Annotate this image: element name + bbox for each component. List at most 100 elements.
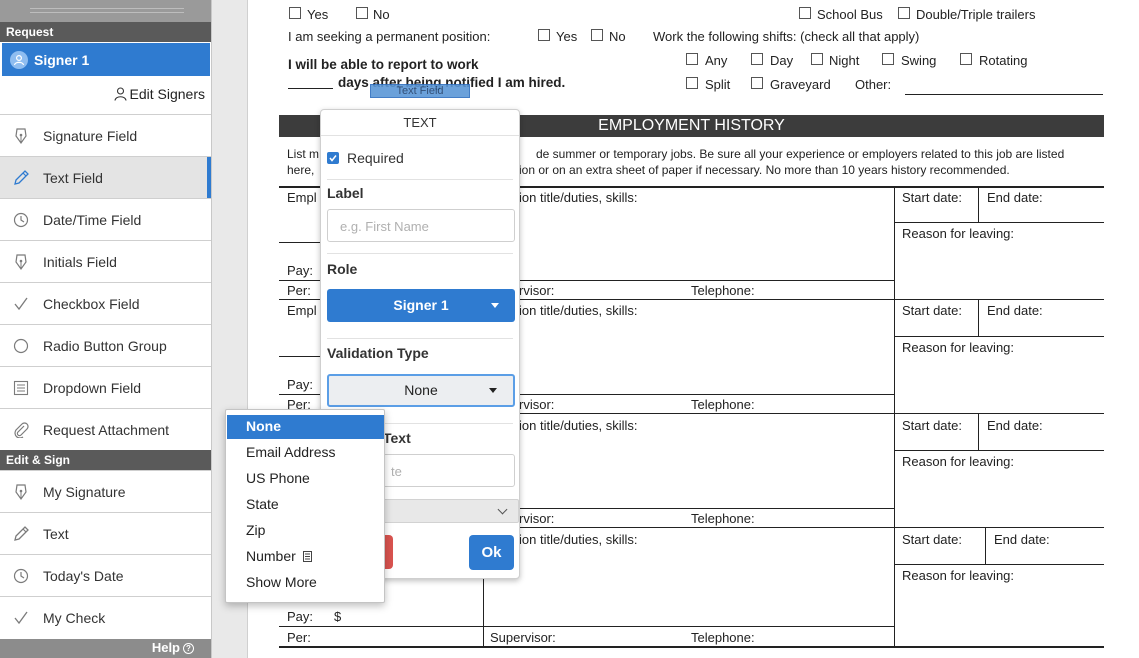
menu-item-us-phone[interactable]: US Phone	[227, 467, 384, 491]
doc-text: Rotating	[979, 53, 1028, 68]
validation-type-menu: None Email Address US Phone State Zip Nu…	[225, 409, 385, 603]
pen-nib-icon	[12, 127, 30, 145]
checkbox[interactable]	[799, 7, 811, 19]
table-line	[894, 222, 1104, 223]
checkbox[interactable]	[289, 7, 301, 19]
ok-label: Ok	[481, 544, 502, 561]
sidebar-item-label: Date/Time Field	[43, 211, 142, 228]
edit-signers-button[interactable]: Edit Signers	[113, 86, 205, 102]
doc-text: ion title/duties, skills:	[519, 303, 638, 318]
doc-text: Empl	[287, 190, 317, 205]
doc-text: Day	[770, 53, 794, 68]
menu-item-email-address[interactable]: Email Address	[227, 441, 384, 465]
help-label: Help	[151, 640, 180, 655]
sidebar-item-initials-field[interactable]: Initials Field	[0, 240, 211, 282]
sidebar-item-label: Text	[43, 525, 69, 542]
table-line	[978, 300, 979, 336]
doc-text: ion or on an extra sheet of paper if nec…	[519, 163, 1010, 177]
menu-item-none[interactable]: None	[227, 415, 384, 439]
table-line	[894, 336, 1104, 337]
sidebar-item-text[interactable]: Text	[0, 512, 211, 554]
label-heading: Label	[327, 185, 364, 201]
menu-item-state[interactable]: State	[227, 493, 384, 517]
divider	[327, 253, 513, 254]
doc-text: here,	[287, 163, 315, 177]
sidebar-item-my-check[interactable]: My Check	[0, 596, 211, 638]
list-icon	[12, 379, 30, 397]
sidebar-item-todays-date[interactable]: Today's Date	[0, 554, 211, 596]
checkbox[interactable]	[960, 53, 972, 65]
menu-item-show-more[interactable]: Show More	[227, 571, 384, 595]
divider	[327, 179, 513, 180]
doc-text: I am seeking a permanent position:	[288, 29, 491, 44]
doc-text: Work the following shifts: (check all th…	[653, 29, 920, 44]
table-line	[279, 356, 321, 357]
doc-text: School Bus	[817, 7, 883, 22]
checkbox[interactable]	[591, 29, 603, 41]
doc-text: Telephone:	[691, 397, 755, 412]
role-heading: Role	[327, 261, 358, 277]
help-button[interactable]: Help?	[0, 639, 211, 658]
table-line	[894, 450, 1104, 451]
role-dropdown[interactable]: Signer 1	[327, 289, 515, 322]
edit-signers-label: Edit Signers	[129, 86, 205, 102]
sidebar-item-signature-field[interactable]: Signature Field	[0, 114, 211, 156]
placed-text-field[interactable]: Text Field	[370, 84, 470, 98]
sidebar-item-text-field[interactable]: Text Field	[0, 156, 211, 198]
placed-field-label: Text Field	[396, 85, 444, 97]
checkbox[interactable]	[751, 53, 763, 65]
sidebar-item-radio-button-group[interactable]: Radio Button Group	[0, 324, 211, 366]
doc-text: Other:	[855, 77, 892, 92]
pen-nib-icon	[12, 253, 30, 271]
table-line	[894, 564, 1104, 565]
checkbox[interactable]	[356, 7, 368, 19]
menu-item-zip[interactable]: Zip	[227, 519, 384, 543]
doc-text: No	[373, 7, 390, 22]
sidebar-item-label: Request Attachment	[43, 421, 170, 438]
calculator-icon	[302, 549, 312, 565]
checkbox[interactable]	[882, 53, 894, 65]
menu-item-number[interactable]: Number	[227, 545, 384, 569]
checkbox[interactable]	[538, 29, 550, 41]
question-icon: ?	[183, 643, 194, 654]
doc-text: Swing	[901, 53, 937, 68]
sidebar-item-dropdown-field[interactable]: Dropdown Field	[0, 366, 211, 408]
doc-text: I will be able to report to work	[288, 57, 479, 72]
menu-item-label: Email Address	[246, 444, 336, 460]
sidebar-item-request-attachment[interactable]: Request Attachment	[0, 408, 211, 450]
sidebar-item-date-time-field[interactable]: Date/Time Field	[0, 198, 211, 240]
doc-text: Start date:	[902, 303, 962, 318]
sidebar-item-my-signature[interactable]: My Signature	[0, 470, 211, 512]
underline	[288, 88, 333, 89]
checkbox[interactable]	[686, 53, 698, 65]
validation-type-dropdown[interactable]: None	[327, 374, 515, 407]
doc-text: Graveyard	[770, 77, 831, 92]
sidebar-drag-handle[interactable]	[0, 0, 211, 22]
checkbox[interactable]	[811, 53, 823, 65]
clock-icon	[12, 567, 30, 585]
checkmark-icon	[12, 609, 30, 627]
table-line	[978, 414, 979, 450]
table-line	[894, 187, 895, 647]
doc-text: Pay:	[287, 377, 314, 392]
required-checkbox[interactable]: Required	[327, 150, 404, 166]
ok-button[interactable]: Ok	[469, 535, 514, 570]
doc-text: No	[609, 29, 626, 44]
signer-selector[interactable]: Signer 1	[2, 43, 210, 76]
checkbox[interactable]	[898, 7, 910, 19]
checkbox[interactable]	[751, 77, 763, 89]
sidebar-item-checkbox-field[interactable]: Checkbox Field	[0, 282, 211, 324]
section-title: EMPLOYMENT HISTORY	[598, 117, 785, 134]
doc-text: End date:	[987, 303, 1043, 318]
sidebar-item-label: Radio Button Group	[43, 337, 167, 354]
doc-text: End date:	[994, 532, 1050, 547]
doc-text: rvisor:	[519, 511, 555, 526]
doc-text: Double/Triple trailers	[916, 7, 1036, 22]
doc-text: Pay:	[287, 263, 314, 278]
label-input[interactable]: e.g. First Name	[327, 209, 515, 242]
table-line	[978, 187, 979, 223]
doc-text: ion title/duties, skills:	[519, 532, 638, 547]
checkbox[interactable]	[686, 77, 698, 89]
signer-name: Signer 1	[34, 51, 90, 68]
caret-down-icon	[491, 303, 499, 308]
